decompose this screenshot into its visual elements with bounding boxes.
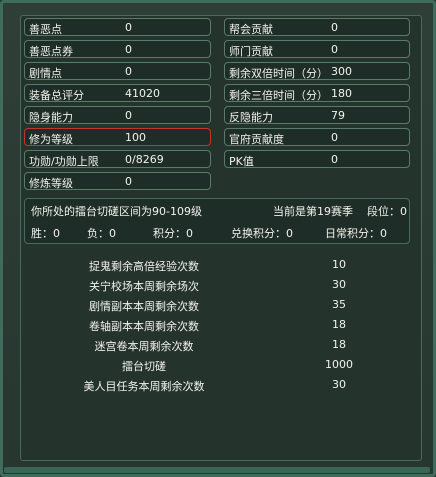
wins-text: 胜：0 bbox=[31, 227, 60, 240]
count-value: 10 bbox=[332, 258, 346, 271]
list-item: 剧情副本本周剩余次数 35 bbox=[24, 298, 410, 316]
stat-row-story-points: 剧情点 0 bbox=[24, 62, 211, 80]
stat-label: 修炼等级 bbox=[29, 177, 73, 190]
list-item: 迷宫卷本周剩余次数 18 bbox=[24, 338, 410, 356]
count-label: 剧情副本本周剩余次数 bbox=[89, 300, 199, 313]
daily-points-text: 日常积分：0 bbox=[325, 227, 387, 240]
count-label: 美人目任务本周剩余次数 bbox=[83, 380, 205, 393]
count-label: 迷宫卷本周剩余次数 bbox=[94, 340, 194, 353]
current-season-text: 当前是第19赛季 bbox=[273, 205, 353, 218]
stat-row-double-time: 剩余双倍时间（分） 300 bbox=[224, 62, 410, 80]
stat-value: 0 bbox=[125, 109, 132, 122]
list-item: 卷轴副本本周剩余次数 18 bbox=[24, 318, 410, 336]
stat-value: 0 bbox=[331, 131, 338, 144]
stat-row-pk-value: PK值 0 bbox=[224, 150, 410, 168]
count-label: 关宁校场本周剩余场次 bbox=[89, 280, 199, 293]
stat-row-good-evil-points: 善恶点 0 bbox=[24, 18, 211, 36]
losses-text: 负：0 bbox=[87, 227, 116, 240]
count-label: 捉鬼剩余高倍经验次数 bbox=[89, 260, 199, 273]
stat-label: 帮会贡献 bbox=[229, 23, 273, 36]
stat-value: 0 bbox=[125, 175, 132, 188]
list-item: 擂台切磋 1000 bbox=[24, 358, 410, 376]
stat-label: 修为等级 bbox=[29, 133, 73, 146]
stat-value: 41020 bbox=[125, 87, 160, 100]
stat-value: 0 bbox=[331, 43, 338, 56]
stat-row-good-evil-coupons: 善恶点券 0 bbox=[24, 40, 211, 58]
stat-value: 300 bbox=[331, 65, 352, 78]
count-value: 30 bbox=[332, 278, 346, 291]
stat-label: 隐身能力 bbox=[29, 111, 73, 124]
stat-label: 功勋/功勋上限 bbox=[29, 155, 99, 168]
panel-bottom-border bbox=[4, 467, 430, 473]
stat-row-cultivation-level: 修为等级 100 bbox=[24, 128, 211, 146]
stat-label: 善恶点券 bbox=[29, 45, 73, 58]
count-value: 30 bbox=[332, 378, 346, 391]
stat-row-training-level: 修炼等级 0 bbox=[24, 172, 211, 190]
list-item: 关宁校场本周剩余场次 30 bbox=[24, 278, 410, 296]
stat-row-government-contribution: 官府贡献度 0 bbox=[224, 128, 410, 146]
arena-season-box: 你所处的擂台切磋区间为90-109级 当前是第19赛季 段位：0 胜：0 负：0… bbox=[24, 198, 410, 244]
count-value: 18 bbox=[332, 338, 346, 351]
stat-label: 剩余双倍时间（分） bbox=[229, 67, 328, 80]
stat-label: 剧情点 bbox=[29, 67, 62, 80]
stat-row-stealth: 隐身能力 0 bbox=[24, 106, 211, 124]
arena-range-text: 你所处的擂台切磋区间为90-109级 bbox=[31, 205, 202, 218]
exchange-points-text: 兑换积分：0 bbox=[231, 227, 293, 240]
stat-label: PK值 bbox=[229, 155, 254, 168]
stat-value: 79 bbox=[331, 109, 345, 122]
rank-text: 段位：0 bbox=[367, 205, 407, 218]
stat-row-anti-stealth: 反隐能力 79 bbox=[224, 106, 410, 124]
stat-value: 0 bbox=[125, 43, 132, 56]
count-label: 擂台切磋 bbox=[122, 360, 166, 373]
stat-value: 100 bbox=[125, 131, 146, 144]
stat-label: 官府贡献度 bbox=[229, 133, 284, 146]
count-value: 35 bbox=[332, 298, 346, 311]
stat-value: 0/8269 bbox=[125, 153, 164, 166]
stat-row-sect-contribution: 师门贡献 0 bbox=[224, 40, 410, 58]
stat-row-guild-contribution: 帮会贡献 0 bbox=[224, 18, 410, 36]
count-value: 18 bbox=[332, 318, 346, 331]
stat-label: 师门贡献 bbox=[229, 45, 273, 58]
count-label: 卷轴副本本周剩余次数 bbox=[89, 320, 199, 333]
stat-label: 装备总评分 bbox=[29, 89, 84, 102]
stat-value: 0 bbox=[331, 153, 338, 166]
stat-row-merit: 功勋/功勋上限 0/8269 bbox=[24, 150, 211, 168]
stat-value: 0 bbox=[125, 21, 132, 34]
stat-value: 0 bbox=[125, 65, 132, 78]
weekly-counts-list: 捉鬼剩余高倍经验次数 10 关宁校场本周剩余场次 30 剧情副本本周剩余次数 3… bbox=[24, 250, 410, 450]
stat-row-equipment-score: 装备总评分 41020 bbox=[24, 84, 211, 102]
stat-row-triple-time: 剩余三倍时间（分） 180 bbox=[224, 84, 410, 102]
stat-label: 剩余三倍时间（分） bbox=[229, 89, 328, 102]
stat-label: 善恶点 bbox=[29, 23, 62, 36]
list-item: 捉鬼剩余高倍经验次数 10 bbox=[24, 258, 410, 276]
points-text: 积分：0 bbox=[153, 227, 193, 240]
stat-value: 0 bbox=[331, 21, 338, 34]
stat-value: 180 bbox=[331, 87, 352, 100]
count-value: 1000 bbox=[325, 358, 353, 371]
list-item: 美人目任务本周剩余次数 30 bbox=[24, 378, 410, 396]
stat-label: 反隐能力 bbox=[229, 111, 273, 124]
